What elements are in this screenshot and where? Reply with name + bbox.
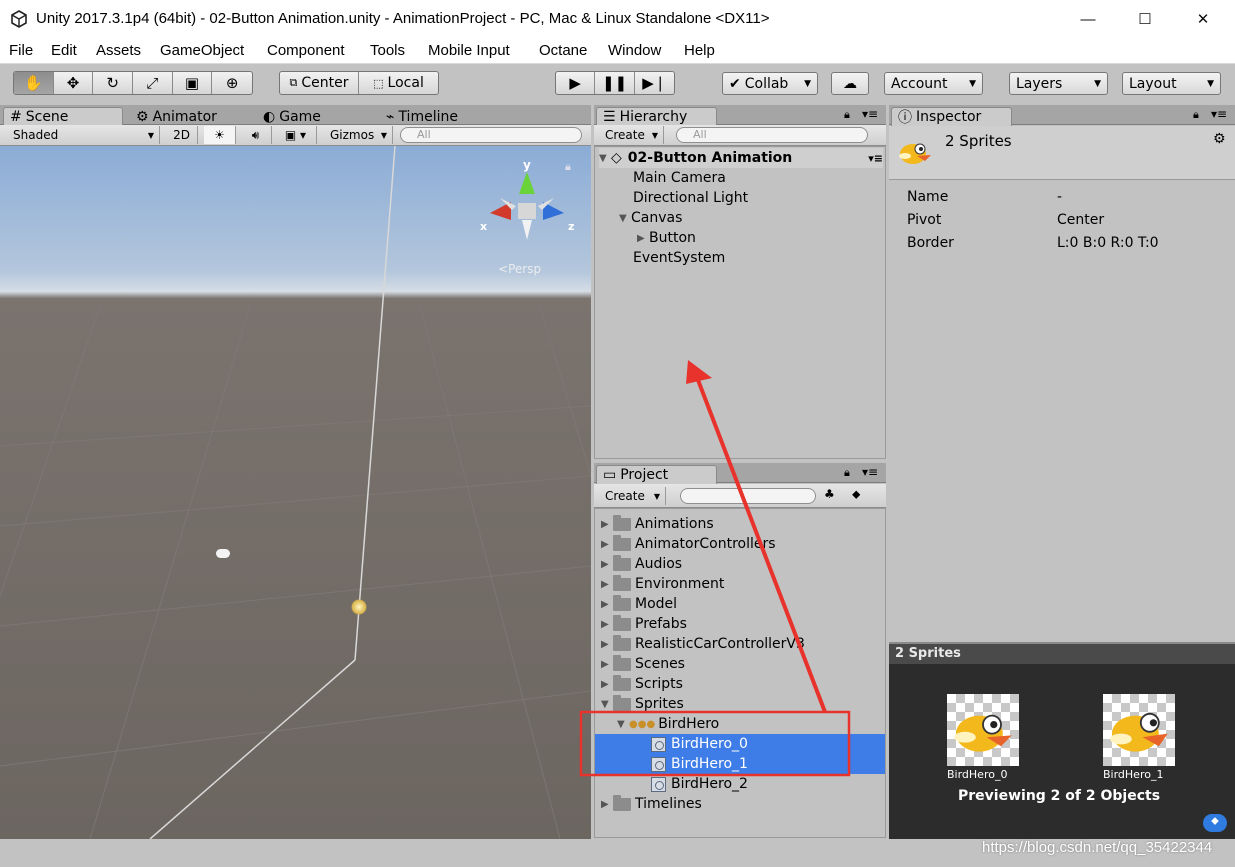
annotation-box xyxy=(579,710,851,777)
annotation-arrow-head xyxy=(686,360,712,384)
annotation-arrow xyxy=(696,379,827,713)
annotation-overlay xyxy=(579,360,851,777)
watermark: https://blog.csdn.net/qq_35422344 xyxy=(982,839,1213,856)
